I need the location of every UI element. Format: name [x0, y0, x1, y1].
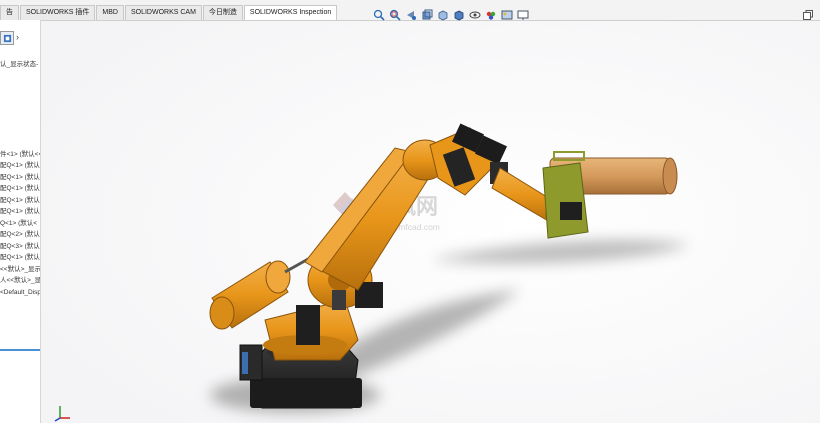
tree-item[interactable]: <Default_Disp [0, 288, 40, 297]
display-state-label: 认_显示状态- [0, 61, 39, 68]
tree-item[interactable]: 件<1> (默认<< [0, 150, 40, 159]
scene-icon[interactable] [500, 8, 514, 22]
tab-solidworks-addins[interactable]: SOLIDWORKS 插件 [20, 5, 96, 20]
hide-show-icon[interactable] [468, 8, 482, 22]
tree-item[interactable]: 配Q<1> (默认 [0, 161, 40, 170]
view-settings-icon[interactable] [516, 8, 530, 22]
command-tabs: 告 SOLIDWORKS 插件 MBD SOLIDWORKS CAM 今日制造 … [0, 5, 338, 20]
tree-item[interactable]: Q<1> (默认< [0, 219, 37, 228]
tree-item[interactable]: 配Q<1> (默认 [0, 173, 40, 182]
restore-window-icon[interactable] [802, 9, 814, 21]
tab-report[interactable]: 告 [0, 5, 19, 20]
chevron-right-icon[interactable]: › [16, 31, 24, 43]
tab-mbd[interactable]: MBD [96, 5, 124, 20]
tree-item[interactable]: 配Q<1> (默认 [0, 184, 40, 193]
section-view-icon[interactable] [420, 8, 434, 22]
tree-item[interactable]: 配Q<3> (默认 [0, 242, 40, 251]
tree-item[interactable]: 配Q<2> (默认 [0, 230, 40, 239]
tab-today-manufacturing[interactable]: 今日制造 [202, 5, 243, 20]
graphics-area[interactable]: 沐风网 www.mfcad.com [41, 21, 820, 423]
tree-item[interactable]: 配Q<1> (默认 [0, 253, 40, 262]
tab-solidworks-inspection[interactable]: SOLIDWORKS Inspection [243, 5, 338, 20]
previous-view-icon[interactable] [404, 8, 418, 22]
edit-appearance-icon[interactable] [484, 8, 498, 22]
view-orientation-icon[interactable] [436, 8, 450, 22]
configuration-manager-icon[interactable] [0, 31, 14, 45]
tab-solidworks-cam[interactable]: SOLIDWORKS CAM [124, 5, 202, 20]
feature-manager-panel: › 认_显示状态- 件<1> (默认<< 配Q<1> (默认 配Q<1> (默认… [0, 20, 41, 423]
tree-item[interactable]: 配Q<1> (默认 [0, 196, 40, 205]
panel-toolbar: › [0, 31, 40, 46]
zoom-to-fit-icon[interactable] [372, 8, 386, 22]
tree-item[interactable]: 人<<默认>_显 [0, 276, 40, 285]
zoom-area-icon[interactable] [388, 8, 402, 22]
tree-item[interactable]: 配Q<1> (默认 [0, 207, 40, 216]
panel-splitter[interactable] [0, 349, 40, 351]
tree-item[interactable]: <<默认>_显示 [0, 265, 40, 274]
display-style-icon[interactable] [452, 8, 466, 22]
